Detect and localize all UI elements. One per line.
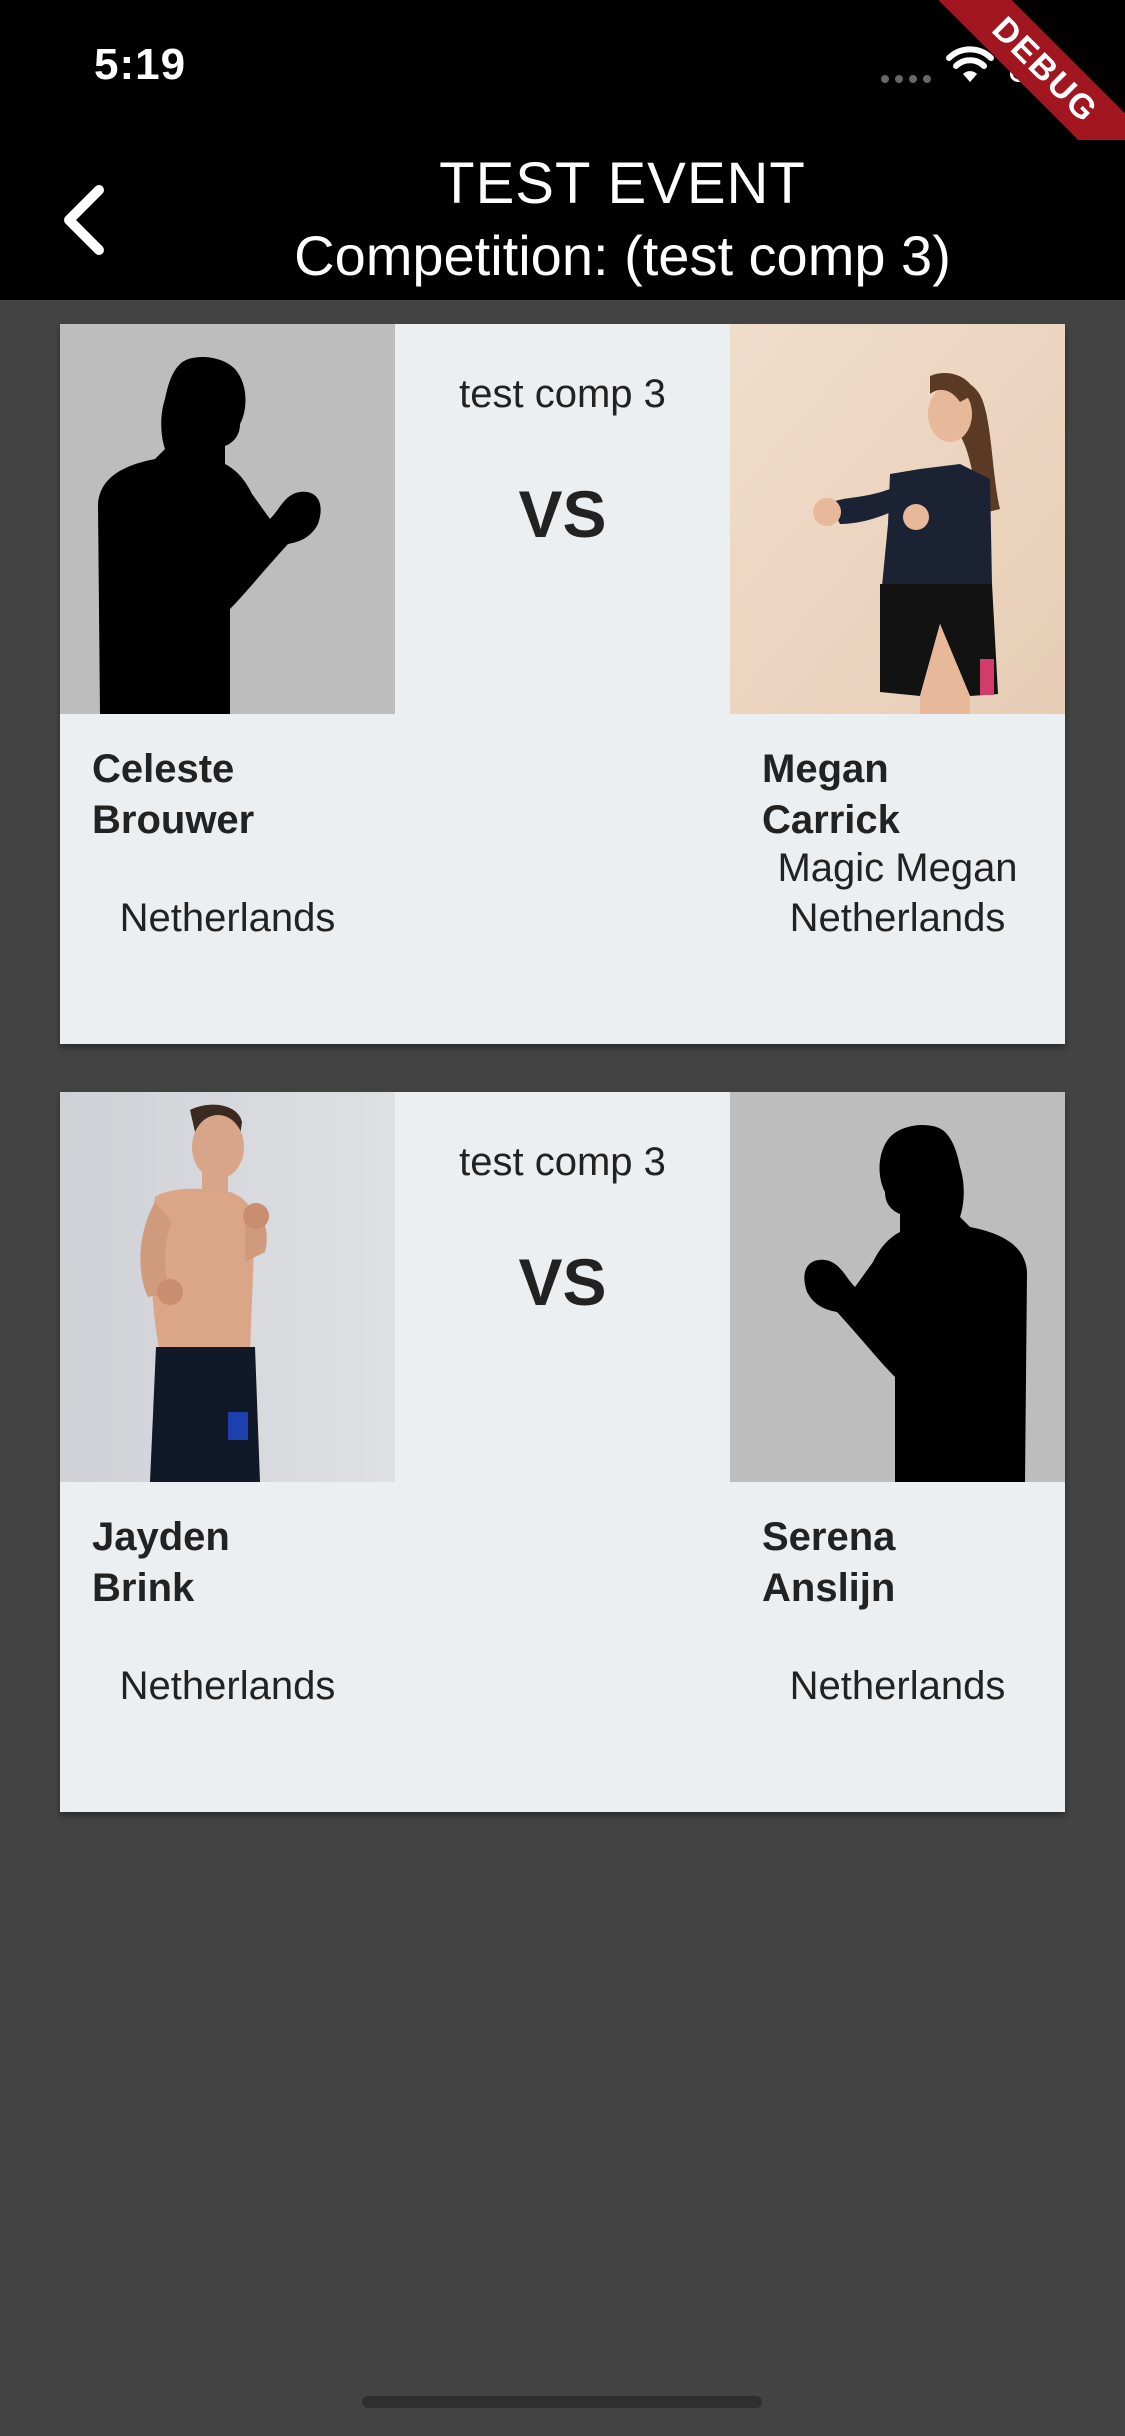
fighter-nickname: Magic Megan: [777, 846, 1018, 890]
fighter-silhouette-image: [60, 324, 395, 714]
fighter-country: Netherlands: [119, 896, 336, 940]
fighter-name: Jayden Brink: [92, 1512, 230, 1614]
fighter-first-name: Jayden: [92, 1515, 230, 1559]
bout-card[interactable]: test comp 3 VS Celeste Brouwer Netherlan…: [60, 324, 1065, 1044]
page-title: TEST EVENT Competition: (test comp 3): [120, 148, 1125, 292]
event-title: TEST EVENT: [439, 151, 806, 216]
app-bar: TEST EVENT Competition: (test comp 3): [0, 140, 1125, 300]
fighter-country: Netherlands: [119, 1664, 336, 1708]
fighter-last-name: Brink: [92, 1566, 195, 1610]
fighter-silhouette-image: [730, 1092, 1065, 1482]
fighter-last-name: Anslijn: [762, 1566, 896, 1610]
bout-card[interactable]: test comp 3 VS Jayden Brink Netherlands …: [60, 1092, 1065, 1812]
back-arrow-icon[interactable]: [55, 182, 115, 258]
fighter-country: Netherlands: [789, 1664, 1006, 1708]
fighter-photo-image: [60, 1092, 395, 1482]
fighter-name: Celeste Brouwer: [92, 744, 254, 846]
fighter-photo-image: [730, 324, 1065, 714]
competition-label: test comp 3: [459, 372, 666, 416]
competition-label: test comp 3: [459, 1140, 666, 1184]
fighter-first-name: Megan: [762, 747, 889, 791]
vs-label: VS: [518, 477, 607, 551]
fighter-last-name: Carrick: [762, 798, 900, 842]
fighter-name: Megan Carrick: [762, 744, 900, 846]
fighter-country: Netherlands: [789, 896, 1006, 940]
fighter-first-name: Serena: [762, 1515, 896, 1559]
home-indicator[interactable]: [362, 2396, 762, 2408]
fighter-last-name: Brouwer: [92, 798, 255, 842]
vs-label: VS: [518, 1245, 607, 1319]
fighter-name: Serena Anslijn: [762, 1512, 895, 1614]
fighter-first-name: Celeste: [92, 747, 235, 791]
competition-title: Competition: (test comp 3): [294, 224, 951, 287]
status-time: 5:19: [94, 40, 187, 89]
